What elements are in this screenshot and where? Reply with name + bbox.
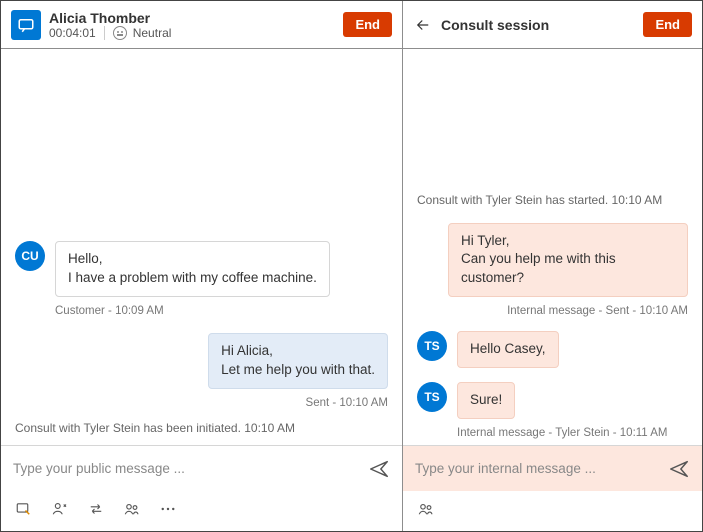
consult-system-message: Consult with Tyler Stein has started. 10… <box>417 193 688 207</box>
customer-message-bubble: Hello, I have a problem with my coffee m… <box>55 241 330 297</box>
internal-out-row: Hi Tyler, Can you help me with this cust… <box>417 223 688 298</box>
send-icon[interactable] <box>368 458 390 480</box>
agent-message-meta: Sent - 10:10 AM <box>15 397 388 409</box>
consult-toolbar <box>403 491 702 531</box>
system-message: Consult with Tyler Stein has been initia… <box>15 421 388 435</box>
internal-out-meta: Internal message - Sent - 10:10 AM <box>417 305 688 317</box>
consultant-avatar: TS <box>417 331 447 361</box>
internal-out-bubble: Hi Tyler, Can you help me with this cust… <box>448 223 688 298</box>
customer-avatar: CU <box>15 241 45 271</box>
call-timer: 00:04:01 <box>49 26 96 40</box>
consult-people-icon[interactable] <box>417 500 435 518</box>
public-input-bar <box>1 445 402 491</box>
internal-send-icon[interactable] <box>668 458 690 480</box>
quick-reply-icon[interactable] <box>15 500 33 518</box>
sentiment-label: Neutral <box>133 26 172 40</box>
internal-input-bar <box>403 445 702 491</box>
internal-in-row-2: TS Sure! <box>417 382 688 419</box>
transfer-icon[interactable] <box>87 500 105 518</box>
back-icon[interactable] <box>413 15 433 35</box>
consultant-avatar: TS <box>417 382 447 412</box>
more-icon[interactable] <box>159 500 177 518</box>
divider <box>104 26 105 40</box>
internal-in-row-1: TS Hello Casey, <box>417 331 688 368</box>
internal-message-input[interactable] <box>415 461 660 476</box>
customer-name: Alicia Thomber <box>49 10 171 26</box>
customer-chat-area: CU Hello, I have a problem with my coffe… <box>1 49 402 445</box>
consult-icon[interactable] <box>51 500 69 518</box>
consult-end-button[interactable]: End <box>643 12 692 37</box>
sentiment-icon <box>113 26 127 40</box>
people-icon[interactable] <box>123 500 141 518</box>
consult-chat-area: Consult with Tyler Stein has started. 10… <box>403 49 702 445</box>
internal-in-bubble-1: Hello Casey, <box>457 331 559 368</box>
customer-message-meta: Customer - 10:09 AM <box>55 305 388 317</box>
customer-message-row: CU Hello, I have a problem with my coffe… <box>15 241 388 297</box>
app-root: Alicia Thomber 00:04:01 Neutral End CU H… <box>0 0 703 532</box>
chat-icon <box>11 10 41 40</box>
internal-in-meta: Internal message - Tyler Stein - 10:11 A… <box>457 427 688 439</box>
consult-header: Consult session End <box>403 1 702 49</box>
customer-header: Alicia Thomber 00:04:01 Neutral End <box>1 1 402 49</box>
customer-pane: Alicia Thomber 00:04:01 Neutral End CU H… <box>1 1 403 531</box>
agent-message-bubble: Hi Alicia, Let me help you with that. <box>208 333 388 389</box>
customer-title-block: Alicia Thomber 00:04:01 Neutral <box>49 10 171 40</box>
consult-pane: Consult session End Consult with Tyler S… <box>403 1 702 531</box>
consult-title: Consult session <box>441 17 549 33</box>
public-message-input[interactable] <box>13 461 360 476</box>
action-toolbar <box>1 491 402 531</box>
internal-in-bubble-2: Sure! <box>457 382 515 419</box>
agent-message-row: Hi Alicia, Let me help you with that. <box>15 333 388 389</box>
customer-sub: 00:04:01 Neutral <box>49 26 171 40</box>
end-button[interactable]: End <box>343 12 392 37</box>
